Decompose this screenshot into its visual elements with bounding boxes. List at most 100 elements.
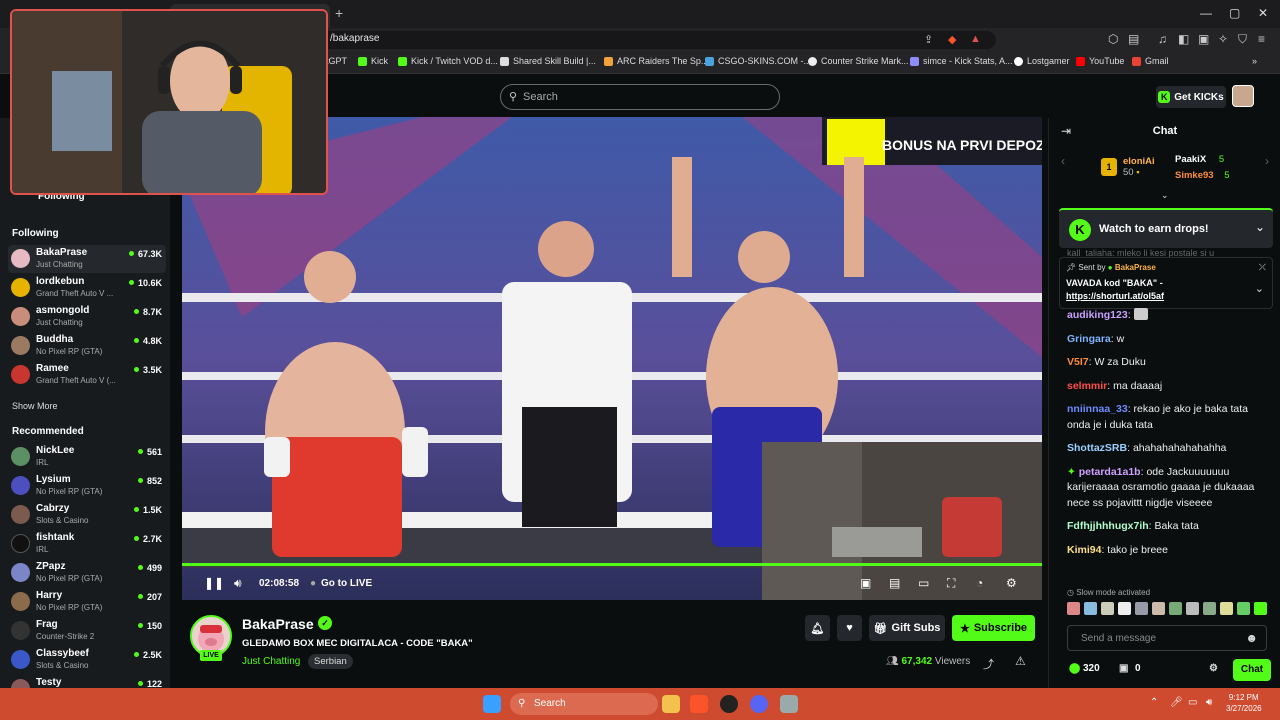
bookmark-1[interactable]: Kick: [358, 56, 388, 66]
tray-chevron-icon[interactable]: ⌃: [1150, 697, 1158, 708]
vpn-icon[interactable]: ⛉: [1238, 32, 1247, 47]
sidebar-toggle-icon[interactable]: ◧: [1178, 32, 1189, 46]
gift-subs-button[interactable]: 🎁︎ Gift Subs: [869, 615, 945, 641]
chat-input[interactable]: Send a message ☻: [1067, 625, 1267, 651]
sidebar-channel-cabrzy[interactable]: Cabrzy Slots & Casino 1.5K: [8, 501, 166, 529]
leaderboard-next-icon[interactable]: ›: [1265, 154, 1269, 168]
report-icon[interactable]: ⚠: [1015, 654, 1026, 668]
emote-icon[interactable]: [1101, 602, 1114, 615]
emote-icon[interactable]: [1118, 602, 1131, 615]
chat-send-button[interactable]: Chat: [1233, 659, 1271, 681]
volume-icon[interactable]: 🔊︎: [234, 576, 242, 591]
chevron-down-icon[interactable]: ⌄: [1255, 282, 1264, 295]
sidebar-channel-lordkebun[interactable]: lordkebun Grand Theft Auto V ... 10.6K: [8, 274, 166, 302]
show-more-link[interactable]: Show More: [12, 401, 58, 411]
sidebar-channel-nicklee[interactable]: NickLee IRL 561: [8, 443, 166, 471]
share-icon[interactable]: ⇪: [924, 33, 933, 46]
bookmark-6[interactable]: Counter Strike Mark...: [808, 56, 909, 66]
new-tab-icon[interactable]: +: [335, 5, 343, 21]
fullscreen-icon[interactable]: ⛶: [947, 576, 955, 591]
close-window-icon[interactable]: ✕: [1258, 6, 1268, 20]
brave-rewards-icon[interactable]: ▲: [970, 33, 981, 45]
sidebar-channel-fishtank[interactable]: fishtank IRL 2.7K: [8, 530, 166, 558]
wallet-icon[interactable]: ▣: [1198, 32, 1209, 46]
address-field[interactable]: /bakaprase ⇪ ◆ ▲: [320, 31, 996, 49]
settings-gear-icon[interactable]: ⚙: [1006, 576, 1017, 590]
windows-start-icon[interactable]: [483, 695, 501, 713]
bookmark-3[interactable]: Shared Skill Build |...: [500, 56, 596, 66]
emote-icon[interactable]: [1084, 602, 1097, 615]
sidebar-channel-harry[interactable]: Harry No Pixel RP (GTA) 207: [8, 588, 166, 616]
gift-count[interactable]: 0: [1135, 663, 1141, 674]
menu-icon[interactable]: ≡: [1258, 32, 1265, 46]
discord-icon[interactable]: [750, 695, 768, 713]
minimize-icon[interactable]: —: [1200, 6, 1212, 20]
get-kicks-button[interactable]: K Get KICKs: [1156, 86, 1226, 108]
file-explorer-icon[interactable]: [662, 695, 680, 713]
sidebar-channel-buddha[interactable]: Buddha No Pixel RP (GTA) 4.8K: [8, 332, 166, 360]
bookmark-9[interactable]: YouTube: [1076, 56, 1124, 66]
playback-speed-icon[interactable]: ◔: [976, 576, 983, 590]
sidebar-channel-lysium[interactable]: Lysium No Pixel RP (GTA) 852: [8, 472, 166, 500]
expand-leaderboard-icon[interactable]: ⌄: [1161, 190, 1169, 201]
clip-icon[interactable]: ▣: [860, 576, 871, 590]
sidebar-channel-frag[interactable]: Frag Counter-Strike 2 150: [8, 617, 166, 645]
sidebar-channel-classybeef[interactable]: Classybeef Slots & Casino 2.5K: [8, 646, 166, 674]
sidebar-channel-asmongold[interactable]: asmongold Just Chatting 8.7K: [8, 303, 166, 331]
emote-icon[interactable]: [1203, 602, 1216, 615]
language-tag[interactable]: Serbian: [308, 654, 353, 669]
leo-icon[interactable]: ✧: [1218, 32, 1228, 46]
theater-mode-icon[interactable]: ▭: [918, 576, 929, 590]
go-to-live-button[interactable]: Go to LIVE: [321, 578, 372, 589]
network-icon[interactable]: ▭: [1188, 697, 1197, 708]
emoji-icon[interactable]: ☻: [1245, 631, 1258, 645]
subscribe-button[interactable]: ★ Subscribe: [952, 615, 1035, 641]
search-input[interactable]: ⚲ Search: [500, 84, 780, 110]
brave-browser-icon[interactable]: [690, 695, 708, 713]
unpin-icon[interactable]: ⤫: [1259, 262, 1266, 273]
miniplayer-icon[interactable]: ▤: [889, 576, 900, 590]
microphone-icon[interactable]: 🎤︎: [1170, 697, 1183, 708]
bookmark-10[interactable]: Gmail: [1132, 56, 1169, 66]
earn-drops-banner[interactable]: K Watch to earn drops! ⌄: [1059, 208, 1273, 248]
more-bookmarks-icon[interactable]: »: [1252, 56, 1257, 66]
emote-icon[interactable]: [1254, 602, 1267, 615]
steam-icon[interactable]: [720, 695, 738, 713]
emote-icon[interactable]: [1135, 602, 1148, 615]
pinned-link[interactable]: https://shorturl.at/ol5af: [1066, 291, 1164, 301]
extensions-icon[interactable]: ⬡: [1108, 32, 1118, 46]
reader-icon[interactable]: ▤: [1128, 32, 1139, 46]
emote-icon[interactable]: [1067, 602, 1080, 615]
emote-icon[interactable]: [1237, 602, 1250, 615]
sidebar-channel-zpapz[interactable]: ZPapz No Pixel RP (GTA) 499: [8, 559, 166, 587]
follow-button[interactable]: ♥: [837, 615, 862, 641]
bookmark-2[interactable]: Kick / Twitch VOD d...: [398, 56, 498, 66]
stream-category[interactable]: Just Chatting: [242, 656, 300, 667]
volume-icon[interactable]: 🔊︎: [1206, 697, 1212, 708]
emote-icon[interactable]: [1186, 602, 1199, 615]
emote-icon[interactable]: [1152, 602, 1165, 615]
emote-icon[interactable]: [1220, 602, 1233, 615]
sidebar-channel-bakaprase[interactable]: BakaPrase Just Chatting 67.3K: [8, 245, 166, 273]
streamer-name[interactable]: BakaPrase: [242, 616, 314, 632]
bookmark-0[interactable]: tGPT: [326, 56, 347, 66]
sidebar-channel-testy[interactable]: Testy 122: [8, 675, 166, 688]
brave-shield-icon[interactable]: ◆: [948, 33, 956, 46]
share-icon[interactable]: ⤴: [983, 656, 994, 672]
chat-settings-icon[interactable]: ⚙: [1209, 663, 1218, 674]
bookmark-4[interactable]: ARC Raiders The Sp...: [604, 56, 708, 66]
pinned-message[interactable]: 📌︎ Sent by ● BakaPrase ⤫ VAVADA kod "BAK…: [1059, 257, 1273, 309]
notification-bell-button[interactable]: 🔔︎: [805, 615, 830, 641]
music-icon[interactable]: ♫: [1158, 32, 1167, 46]
chevron-down-icon[interactable]: ⌄: [1255, 220, 1265, 234]
bookmark-7[interactable]: simce - Kick Stats, A...: [910, 56, 1013, 66]
system-clock[interactable]: 9:12 PM 3/27/2026: [1226, 692, 1262, 714]
bookmark-5[interactable]: CSGO-SKINS.COM -...: [705, 56, 811, 66]
points-count[interactable]: 320: [1083, 663, 1100, 674]
maximize-icon[interactable]: ▢: [1229, 6, 1240, 20]
leaderboard-prev-icon[interactable]: ‹: [1061, 154, 1065, 168]
user-avatar[interactable]: [1232, 85, 1254, 107]
pause-icon[interactable]: ❚❚: [204, 576, 224, 590]
emote-icon[interactable]: [1169, 602, 1182, 615]
bookmark-8[interactable]: Lostgamer: [1014, 56, 1070, 66]
